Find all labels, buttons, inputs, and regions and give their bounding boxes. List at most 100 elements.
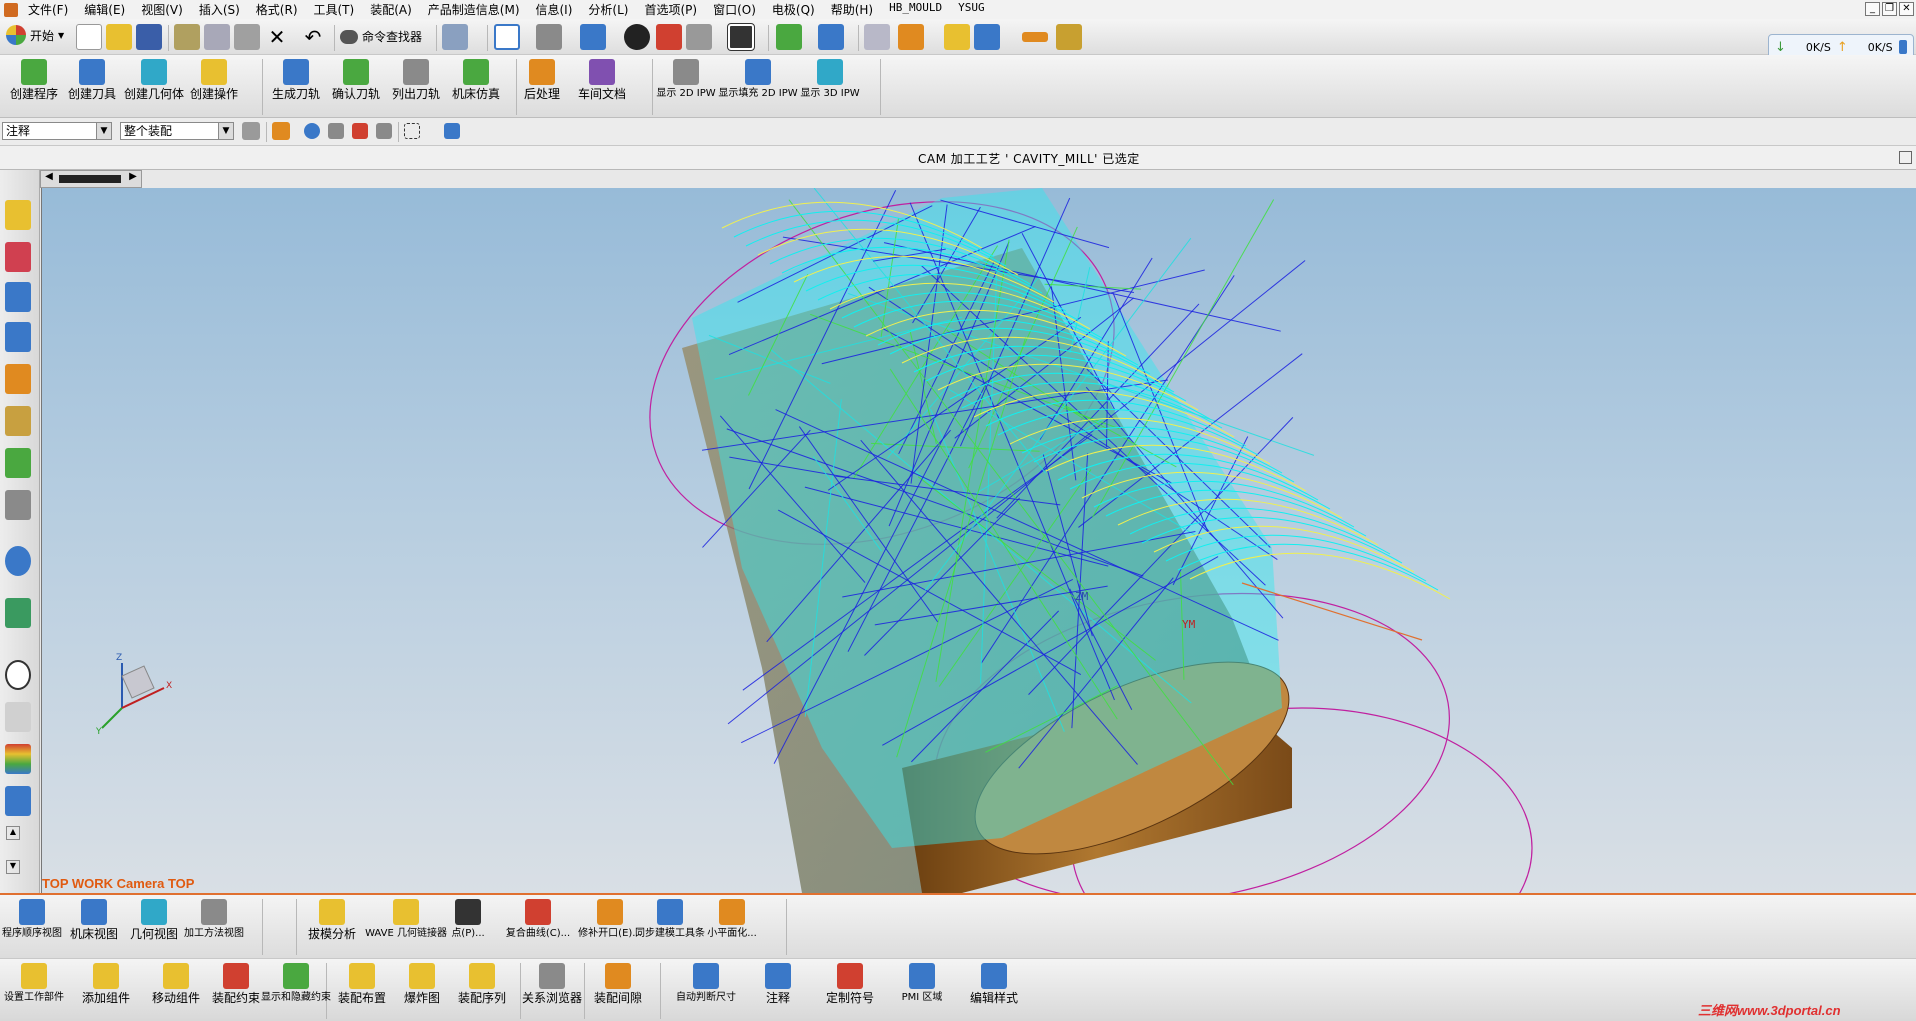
machine-tool-view-button[interactable]: 机床视图 <box>64 899 124 941</box>
menu-item[interactable]: 编辑(E) <box>76 1 133 18</box>
menu-item[interactable]: 窗口(O) <box>705 1 764 18</box>
menu-item[interactable]: HB_MOULD <box>881 1 950 18</box>
list-toolpath-button[interactable]: 列出刀轨 <box>386 59 446 101</box>
menu-item[interactable]: 视图(V) <box>133 1 191 18</box>
command-finder-button[interactable]: 命令查找器 <box>340 28 422 45</box>
create-operation-button[interactable]: 创建操作 <box>184 59 244 101</box>
menu-item[interactable]: 工具(T) <box>306 1 363 18</box>
scroll-right-icon[interactable]: ▶ <box>125 171 141 187</box>
create-tool-button[interactable]: 创建刀具 <box>62 59 122 101</box>
machine-simulation-button[interactable]: 机床仿真 <box>446 59 506 101</box>
menu-item[interactable]: 首选项(P) <box>636 1 705 18</box>
history-icon[interactable] <box>5 660 31 690</box>
settings-small-icon[interactable] <box>376 123 392 139</box>
display-2d-ipw-button[interactable]: 显示 2D IPW <box>656 59 716 99</box>
new-file-icon[interactable] <box>76 24 102 50</box>
cube-select-icon[interactable] <box>444 123 460 139</box>
fit-view-icon[interactable] <box>494 24 520 50</box>
minimize-button[interactable]: _ <box>1865 2 1880 16</box>
add-component-button[interactable]: 添加组件 <box>76 963 136 1005</box>
close-button[interactable]: ✕ <box>1899 2 1914 16</box>
horizontal-scroller[interactable]: ◀ ▶ <box>40 170 142 188</box>
wcs-icon[interactable] <box>898 24 924 50</box>
sync-modeling-button[interactable]: 同步建模工具条 <box>635 899 705 939</box>
program-order-view-button[interactable]: 程序顺序视图 <box>2 899 62 939</box>
part-navigator-icon[interactable] <box>5 364 31 394</box>
copy-icon[interactable] <box>204 24 230 50</box>
exploded-view-button[interactable]: 爆炸图 <box>392 963 452 1005</box>
toggle-icon[interactable] <box>776 24 802 50</box>
menu-item[interactable]: 电极(Q) <box>764 1 823 18</box>
menu-item[interactable]: 信息(I) <box>528 1 581 18</box>
open-folder-icon[interactable] <box>106 24 132 50</box>
roles-icon[interactable] <box>5 786 31 816</box>
library-icon[interactable] <box>5 490 31 520</box>
hide-component-icon[interactable] <box>686 24 712 50</box>
type-filter-dropdown[interactable]: 注释 ▼ <box>2 122 112 140</box>
verify-toolpath-button[interactable]: 确认刀轨 <box>326 59 386 101</box>
dimension-icon[interactable] <box>1056 24 1082 50</box>
menu-item[interactable]: 装配(A) <box>362 1 420 18</box>
draft-analysis-button[interactable]: 拔模分析 <box>302 899 362 941</box>
facet-button[interactable]: 小平面化... <box>702 899 762 939</box>
graphics-window[interactable]: ZM YM Z X Y <box>41 188 1916 893</box>
move-icon[interactable] <box>818 24 844 50</box>
assembly-navigator-icon[interactable] <box>5 282 31 312</box>
generate-toolpath-button[interactable]: 生成刀轨 <box>266 59 326 101</box>
undo-icon[interactable]: ↶ <box>300 24 326 50</box>
relationship-browser-button[interactable]: 关系浏览器 <box>522 963 582 1005</box>
machining-method-view-button[interactable]: 加工方法视图 <box>184 899 244 939</box>
menu-item[interactable]: 产品制造信息(M) <box>420 1 528 18</box>
shop-doc-button[interactable]: 车间文档 <box>572 59 632 101</box>
point-button[interactable]: 点(P)... <box>438 899 498 939</box>
scroll-thumb[interactable] <box>59 175 121 183</box>
selection-icon[interactable] <box>442 24 468 50</box>
restore-button[interactable]: ❐ <box>1882 2 1897 16</box>
edit-style-button[interactable]: 编辑样式 <box>964 963 1024 1005</box>
geometry-view-button[interactable]: 几何视图 <box>124 899 184 941</box>
menu-item[interactable]: 文件(F) <box>20 1 76 18</box>
reuse-library-icon[interactable] <box>5 242 31 272</box>
snap-icon[interactable] <box>272 122 290 140</box>
menu-item[interactable]: 帮助(H) <box>823 1 881 18</box>
layer-visibility-icon[interactable] <box>727 23 755 51</box>
paste-icon[interactable] <box>234 24 260 50</box>
create-geometry-button[interactable]: 创建几何体 <box>124 59 184 101</box>
process-studio-icon[interactable] <box>5 744 31 774</box>
move-component-button[interactable]: 移动组件 <box>146 963 206 1005</box>
custom-symbol-button[interactable]: 定制符号 <box>820 963 880 1005</box>
patch-openings-button[interactable]: 修补开口(E)... <box>578 899 642 939</box>
create-program-button[interactable]: 创建程序 <box>4 59 64 101</box>
curve-rule-icon[interactable] <box>328 123 344 139</box>
assembly-arrangement-button[interactable]: 装配布置 <box>332 963 392 1005</box>
scroll-up-icon[interactable]: ▲ <box>6 826 20 840</box>
save-icon[interactable] <box>136 24 162 50</box>
assembly-constraint-button[interactable]: 装配约束 <box>206 963 266 1005</box>
delete-icon[interactable]: ✕ <box>264 24 290 50</box>
assembly-clearance-button[interactable]: 装配间隙 <box>588 963 648 1005</box>
menu-item[interactable]: 分析(L) <box>580 1 636 18</box>
expand-icon[interactable] <box>1899 151 1912 164</box>
snap-point-icon[interactable] <box>944 24 970 50</box>
table-icon[interactable] <box>864 24 890 50</box>
operation-navigator-icon[interactable] <box>5 406 31 436</box>
start-button[interactable]: 开始 ▼ <box>6 25 64 45</box>
render-style-icon[interactable] <box>580 24 606 50</box>
composite-curve-button[interactable]: 复合曲线(C)... <box>506 899 570 939</box>
orient-view-icon[interactable] <box>536 24 562 50</box>
palette-icon[interactable] <box>5 598 31 628</box>
display-3d-ipw-button[interactable]: 显示 3D IPW <box>800 59 860 99</box>
rectangle-select-icon[interactable] <box>404 123 420 139</box>
ruler-icon[interactable] <box>1022 32 1048 42</box>
system-materials-icon[interactable] <box>5 702 31 732</box>
filter-icon[interactable] <box>974 24 1000 50</box>
shaded-sphere-icon[interactable] <box>624 24 650 50</box>
inferred-dimension-button[interactable]: 自动判断尺寸 <box>676 963 736 1003</box>
clip-section-icon[interactable] <box>656 24 682 50</box>
app-icon[interactable] <box>4 2 18 17</box>
wave-linker-button[interactable]: WAVE 几何链接器 <box>365 899 447 939</box>
scope-filter-dropdown[interactable]: 整个装配 ▼ <box>120 122 234 140</box>
display-fill-2d-ipw-button[interactable]: 显示填充 2D IPW <box>718 59 798 99</box>
menu-item[interactable]: 格式(R) <box>248 1 306 18</box>
filter-settings-icon[interactable] <box>242 122 260 140</box>
